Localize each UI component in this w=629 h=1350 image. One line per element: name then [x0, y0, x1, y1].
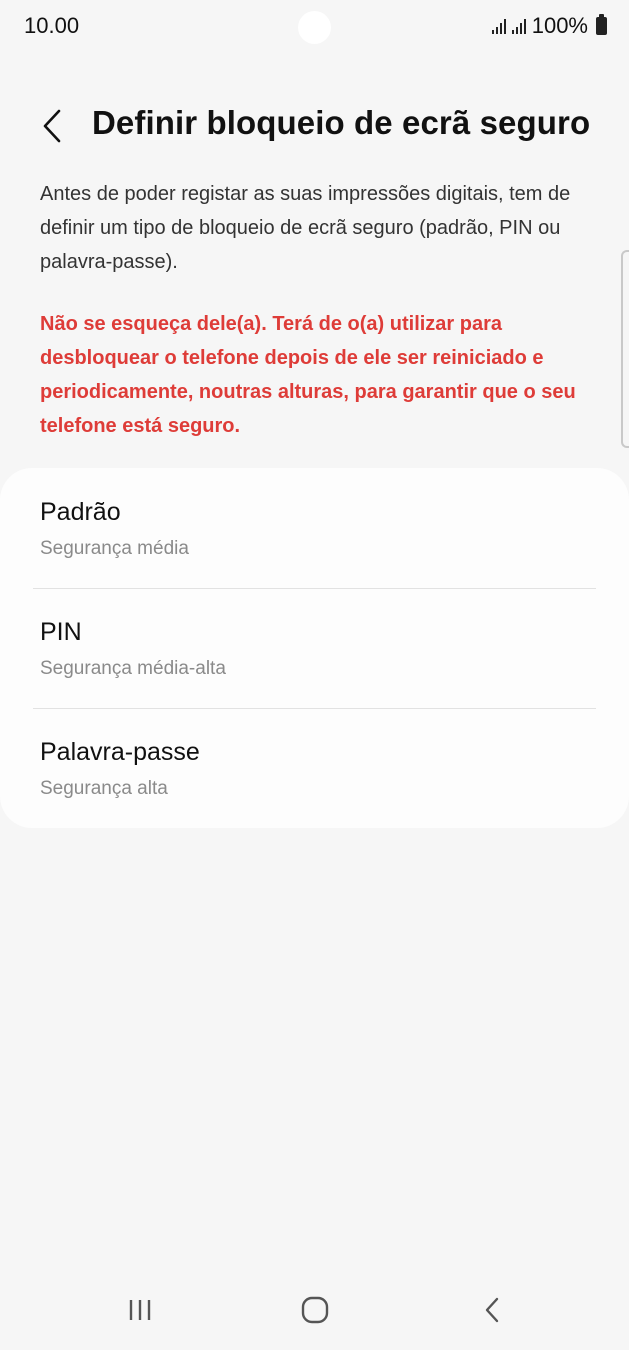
chevron-left-icon: [43, 109, 61, 143]
back-icon: [485, 1297, 499, 1323]
recent-apps-icon: [129, 1300, 151, 1320]
signal-icon: [511, 18, 526, 34]
status-indicators: 100%: [491, 13, 607, 39]
signal-icon: [491, 18, 506, 34]
back-button[interactable]: [30, 104, 74, 148]
screen: 10.00 100% Definir bloqueio de ecrã segu…: [0, 0, 629, 1350]
option-subtitle: Segurança alta: [40, 778, 168, 799]
description-text: Antes de poder registar as suas impressõ…: [40, 183, 571, 273]
option-title: Padrão: [40, 498, 121, 526]
battery-icon: [596, 14, 607, 35]
camera-cutout: [298, 11, 331, 44]
status-time: 10.00: [24, 13, 80, 38]
scroll-indicator: [621, 250, 629, 448]
page-title: Definir bloqueio de ecrã seguro: [92, 104, 591, 141]
option-pin[interactable]: PIN Segurança média-alta: [0, 588, 629, 708]
option-subtitle: Segurança média-alta: [40, 658, 226, 679]
option-password[interactable]: Palavra-passe Segurança alta: [0, 708, 629, 828]
option-title: Palavra-passe: [40, 738, 200, 766]
status-bar: 10.00 100%: [0, 0, 629, 56]
recent-apps-button[interactable]: [110, 1286, 170, 1334]
lock-type-list: Padrão Segurança média PIN Segurança méd…: [0, 468, 629, 828]
option-title: PIN: [40, 618, 82, 646]
option-subtitle: Segurança média: [40, 538, 189, 559]
option-pattern[interactable]: Padrão Segurança média: [0, 468, 629, 588]
home-button[interactable]: [285, 1286, 345, 1334]
nav-back-button[interactable]: [462, 1286, 522, 1334]
battery-percentage: 100%: [531, 13, 588, 38]
warning-text: Não se esqueça dele(a). Terá de o(a) uti…: [40, 313, 576, 437]
home-icon: [301, 1296, 329, 1324]
navigation-bar: [0, 1270, 629, 1350]
